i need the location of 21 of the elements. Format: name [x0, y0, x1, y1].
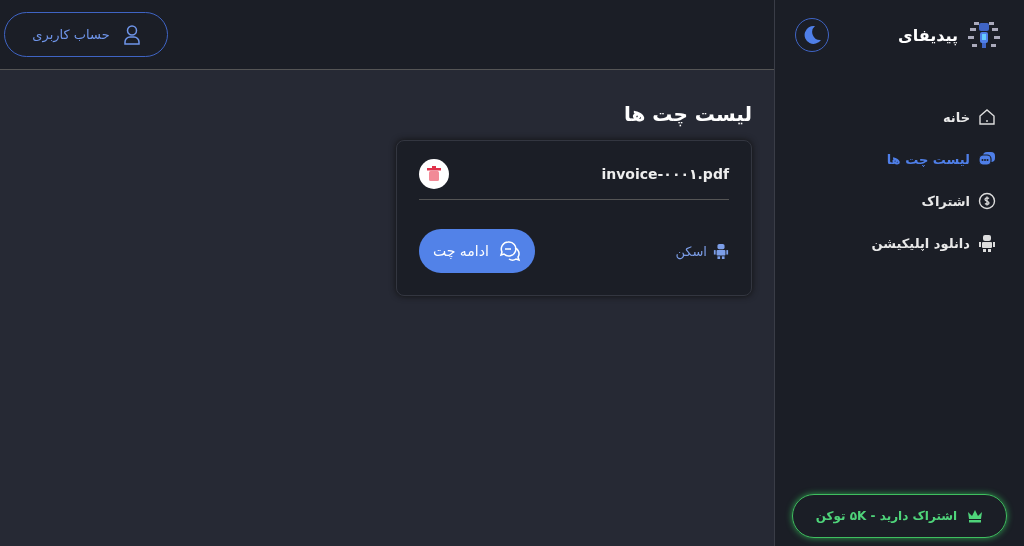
chat-bubbles-icon — [978, 150, 996, 168]
subscription-text: اشتراک دارید - ۵K توکن — [815, 509, 958, 523]
dollar-icon — [978, 192, 996, 210]
brand-name: پیدیفای — [898, 25, 958, 45]
trash-icon — [427, 166, 441, 182]
file-name: invoice-۰۰۰۱.pdf — [601, 166, 729, 182]
home-icon — [978, 108, 996, 126]
scan-status: اسکن — [675, 243, 707, 259]
chat-bubbles-icon — [498, 240, 521, 262]
page-title: لیست چت ها — [622, 102, 752, 126]
robot-logo-icon — [966, 20, 1002, 50]
user-icon — [123, 24, 140, 45]
nav-item[interactable]: دانلود اپلیکیشن — [871, 222, 996, 264]
robot-icon — [713, 243, 729, 259]
crown-icon — [967, 509, 984, 523]
continue-chat-button[interactable]: ادامه چت — [419, 229, 535, 273]
nav-item[interactable]: خانه — [943, 96, 996, 138]
nav-item[interactable]: اشتراک — [921, 180, 996, 222]
nav-item[interactable]: لیست چت ها — [886, 138, 996, 180]
delete-button[interactable] — [419, 159, 449, 189]
robot-icon — [978, 234, 996, 252]
